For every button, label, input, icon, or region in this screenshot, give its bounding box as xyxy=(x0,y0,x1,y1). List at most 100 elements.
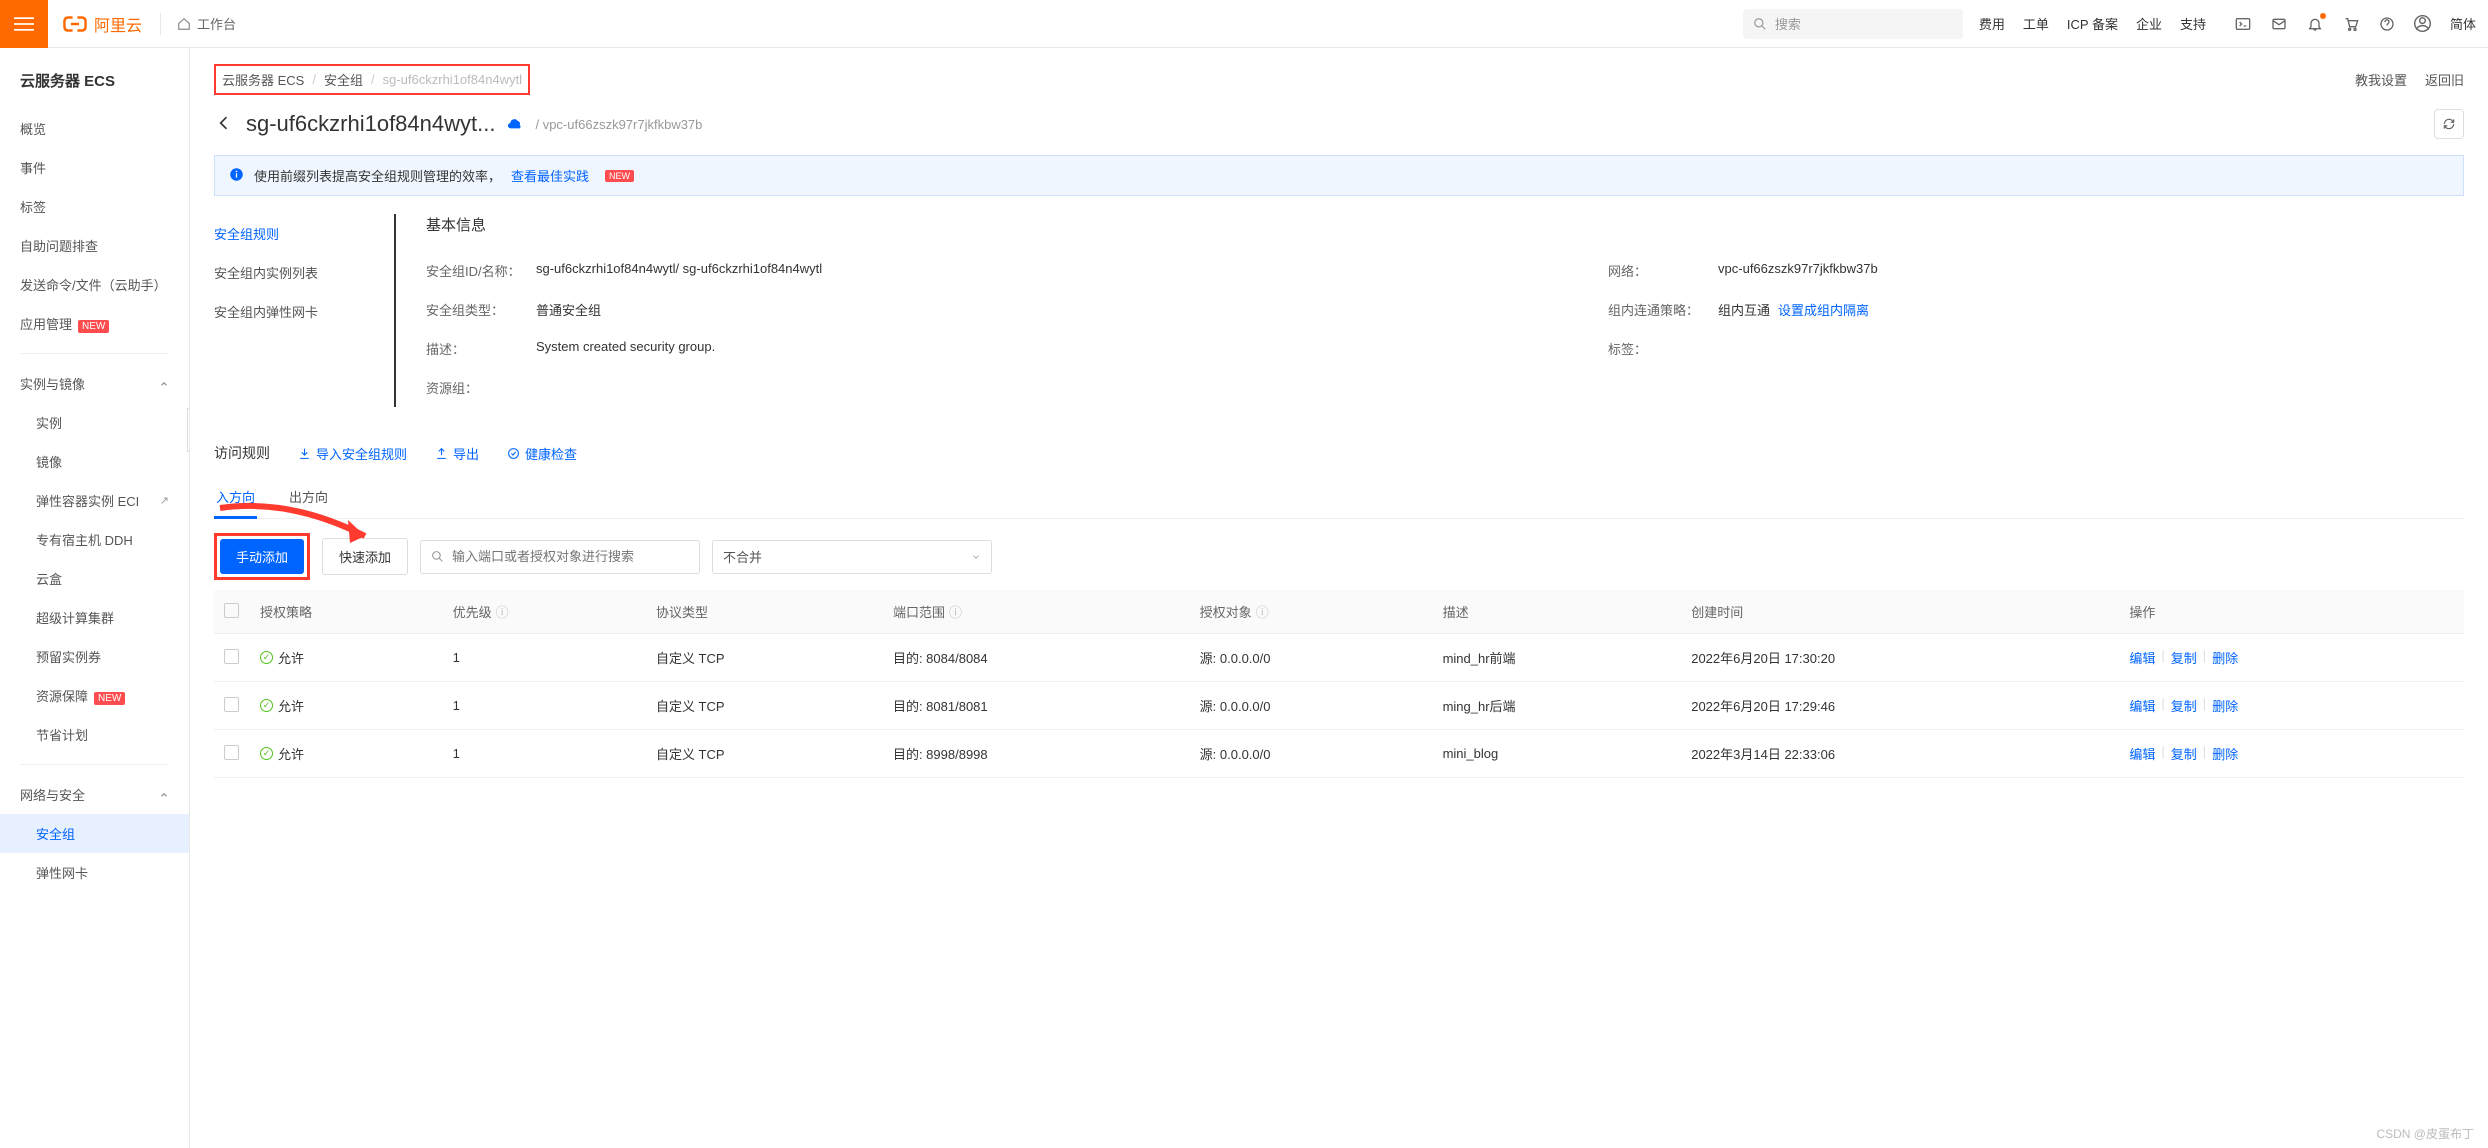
sidebar-item-tags[interactable]: 标签 xyxy=(0,187,189,226)
home-icon xyxy=(177,17,191,31)
back-button[interactable] xyxy=(214,113,234,136)
top-nav-links: 费用 工单 ICP 备案 企业 支持 xyxy=(1963,14,2222,33)
copy-link[interactable]: 复制 xyxy=(2171,744,2197,763)
sidebar-item-eci[interactable]: 弹性容器实例 ECI↗ xyxy=(0,481,189,520)
sidebar-group-instances[interactable]: 实例与镜像 xyxy=(0,364,189,403)
col-desc: 描述 xyxy=(1433,590,1682,634)
menu-icon xyxy=(14,14,34,34)
divider xyxy=(160,13,161,35)
sidebar-item-instances[interactable]: 实例 xyxy=(0,403,189,442)
table-row: ✓允许1自定义 TCP目的: 8998/8998源: 0.0.0.0/0mini… xyxy=(214,730,2464,778)
sidebar-group-network[interactable]: 网络与安全 xyxy=(0,775,189,814)
notification-icon[interactable] xyxy=(2306,15,2324,33)
rule-search-input[interactable] xyxy=(420,540,700,574)
edit-link[interactable]: 编辑 xyxy=(2129,696,2155,715)
detail-nav-instances[interactable]: 安全组内实例列表 xyxy=(214,253,364,292)
best-practice-link[interactable]: 查看最佳实践 xyxy=(511,166,589,185)
detail-nav-rules[interactable]: 安全组规则 xyxy=(214,214,364,253)
import-rules-link[interactable]: 导入安全组规则 xyxy=(298,444,407,463)
sg-description: System created security group. xyxy=(536,339,715,358)
col-object: 授权对象ⓘ xyxy=(1190,590,1433,634)
breadcrumb-ecs[interactable]: 云服务器 ECS xyxy=(222,70,304,89)
new-badge: NEW xyxy=(605,170,634,182)
col-priority: 优先级ⓘ xyxy=(443,590,646,634)
message-icon[interactable] xyxy=(2270,15,2288,33)
sidebar-item-app-manage[interactable]: 应用管理NEW xyxy=(0,304,189,343)
sidebar-product-title: 云服务器 ECS xyxy=(0,48,189,109)
sidebar-item-images[interactable]: 镜像 xyxy=(0,442,189,481)
help-icon[interactable] xyxy=(2378,15,2396,33)
global-search[interactable]: 搜索 xyxy=(1743,9,1963,39)
top-link-fee[interactable]: 费用 xyxy=(1979,14,2005,33)
chevron-up-icon xyxy=(159,790,169,800)
tab-inbound[interactable]: 入方向 xyxy=(214,477,257,519)
account-icon[interactable] xyxy=(2414,15,2432,33)
sidebar-item-resource-assurance[interactable]: 资源保障NEW xyxy=(0,676,189,715)
top-link-enterprise[interactable]: 企业 xyxy=(2136,14,2162,33)
network-val: vpc-uf66zszk97r7jkfkbw37b xyxy=(1718,261,1878,280)
breadcrumb: 云服务器 ECS / 安全组 / sg-uf6ckzrhi1of84n4wytl xyxy=(214,64,530,95)
top-link-icp[interactable]: ICP 备案 xyxy=(2067,14,2118,33)
health-check-link[interactable]: 健康检查 xyxy=(507,444,577,463)
annotation-highlight: 手动添加 xyxy=(214,533,310,580)
status-badge: ✓允许 xyxy=(260,696,304,715)
row-checkbox[interactable] xyxy=(224,649,239,664)
info-tip-icon[interactable]: ⓘ xyxy=(949,605,962,620)
manual-add-button[interactable]: 手动添加 xyxy=(220,539,304,574)
delete-link[interactable]: 删除 xyxy=(2212,648,2238,667)
search-icon xyxy=(1753,17,1767,31)
chevron-up-icon xyxy=(159,379,169,389)
vpc-link[interactable]: / vpc-uf66zszk97r7jkfkbw37b xyxy=(535,117,702,132)
cloudshell-icon[interactable] xyxy=(2234,15,2252,33)
detail-nav-eni[interactable]: 安全组内弹性网卡 xyxy=(214,292,364,331)
sidebar-item-eni[interactable]: 弹性网卡 xyxy=(0,853,189,892)
workbench-link[interactable]: 工作台 xyxy=(165,14,248,33)
hamburger-menu[interactable] xyxy=(0,0,48,48)
edit-link[interactable]: 编辑 xyxy=(2129,648,2155,667)
basic-info-panel: 基本信息 安全组ID/名称：sg-uf6ckzrhi1of84n4wytl/ s… xyxy=(394,214,2464,407)
sidebar-item-self-troubleshoot[interactable]: 自助问题排查 xyxy=(0,226,189,265)
chevron-down-icon xyxy=(971,552,981,562)
access-rules-title: 访问规则 xyxy=(214,443,270,463)
delete-link[interactable]: 删除 xyxy=(2212,744,2238,763)
sidebar-item-reserved[interactable]: 预留实例券 xyxy=(0,637,189,676)
tab-outbound[interactable]: 出方向 xyxy=(287,477,330,518)
select-all-checkbox[interactable] xyxy=(224,603,239,618)
sidebar-item-overview[interactable]: 概览 xyxy=(0,109,189,148)
sidebar-item-ddh[interactable]: 专有宿主机 DDH xyxy=(0,520,189,559)
refresh-button[interactable] xyxy=(2434,109,2464,139)
sidebar-item-cloudbox[interactable]: 云盒 xyxy=(0,559,189,598)
sidebar-item-savings-plan[interactable]: 节省计划 xyxy=(0,715,189,754)
info-tip-icon[interactable]: ⓘ xyxy=(496,605,509,620)
sidebar-item-hpc[interactable]: 超级计算集群 xyxy=(0,598,189,637)
sidebar-item-events[interactable]: 事件 xyxy=(0,148,189,187)
sidebar-item-send-command[interactable]: 发送命令/文件（云助手） xyxy=(0,265,189,304)
set-isolation-link[interactable]: 设置成组内隔离 xyxy=(1778,303,1869,318)
basic-info-title: 基本信息 xyxy=(426,214,2464,235)
language-selector[interactable]: 简体 xyxy=(2450,14,2476,33)
copy-link[interactable]: 复制 xyxy=(2171,648,2197,667)
teach-me-link[interactable]: 教我设置 xyxy=(2355,70,2407,89)
quick-add-button[interactable]: 快速添加 xyxy=(322,538,408,575)
row-checkbox[interactable] xyxy=(224,697,239,712)
back-old-link[interactable]: 返回旧 xyxy=(2425,70,2464,89)
status-badge: ✓允许 xyxy=(260,744,304,763)
cart-icon[interactable] xyxy=(2342,15,2360,33)
col-policy: 授权策略 xyxy=(250,590,443,634)
status-badge: ✓允许 xyxy=(260,648,304,667)
edit-link[interactable]: 编辑 xyxy=(2129,744,2155,763)
top-link-ticket[interactable]: 工单 xyxy=(2023,14,2049,33)
brand-logo[interactable]: 阿里云 xyxy=(48,11,156,37)
sidebar-item-security-group[interactable]: 安全组 xyxy=(0,814,189,853)
info-tip-icon[interactable]: ⓘ xyxy=(1256,605,1269,620)
direction-tabs: 入方向 出方向 xyxy=(214,477,2464,519)
search-icon xyxy=(431,550,444,563)
row-checkbox[interactable] xyxy=(224,745,239,760)
top-link-support[interactable]: 支持 xyxy=(2180,14,2206,33)
export-rules-link[interactable]: 导出 xyxy=(435,444,479,463)
breadcrumb-sg[interactable]: 安全组 xyxy=(324,70,363,89)
delete-link[interactable]: 删除 xyxy=(2212,696,2238,715)
merge-select[interactable]: 不合并 xyxy=(712,540,992,574)
table-row: ✓允许1自定义 TCP目的: 8081/8081源: 0.0.0.0/0ming… xyxy=(214,682,2464,730)
copy-link[interactable]: 复制 xyxy=(2171,696,2197,715)
